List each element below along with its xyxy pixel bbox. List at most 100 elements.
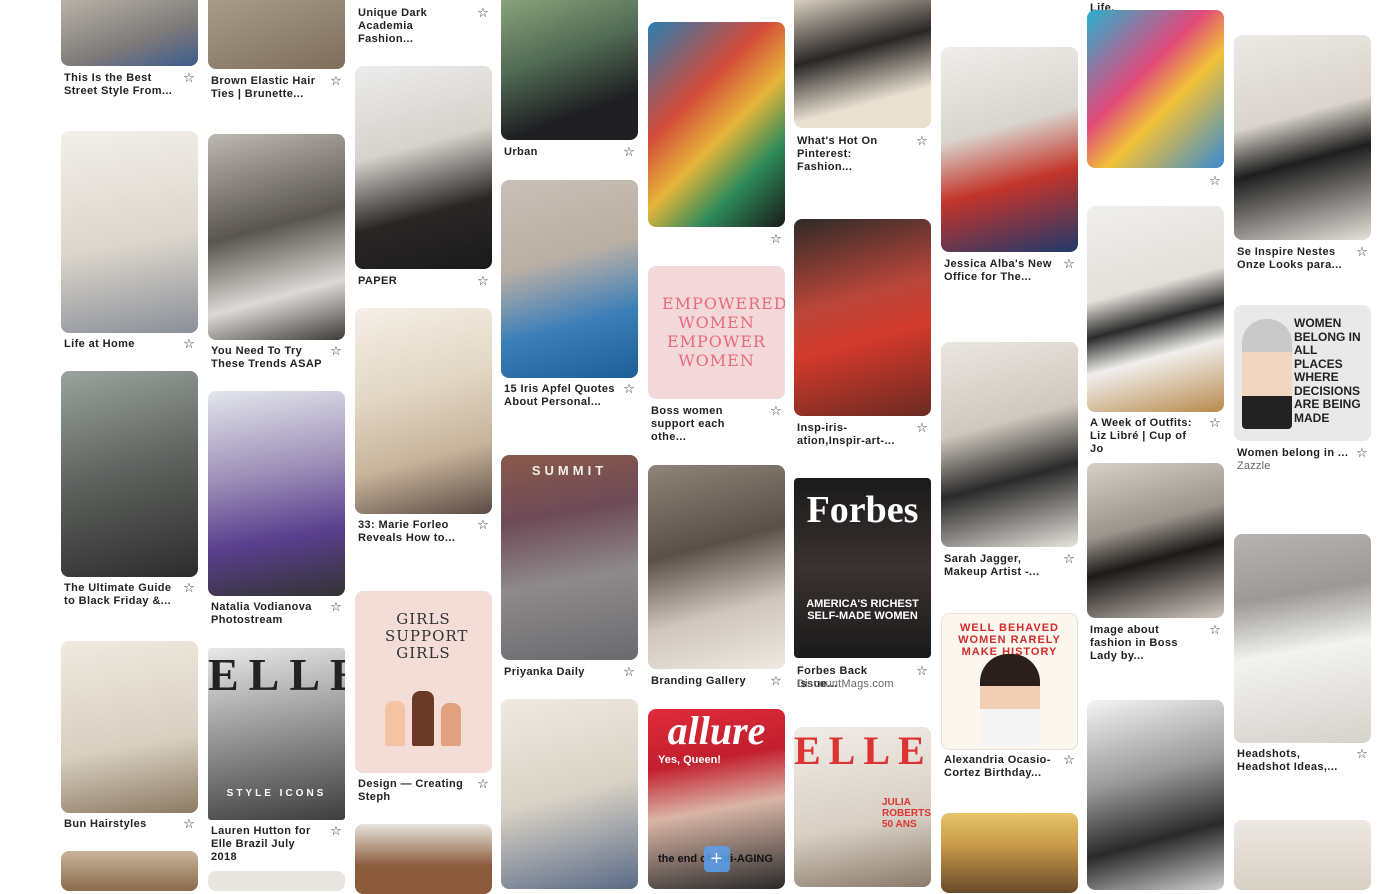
save-star-icon[interactable]: ☆: [1355, 446, 1369, 460]
pin-card[interactable]: SUMMIT Priyanka Daily ☆: [501, 455, 638, 680]
pin-title[interactable]: Urban: [504, 146, 616, 159]
save-star-icon[interactable]: ☆: [915, 421, 929, 435]
pin-card[interactable]: Se Inspire Nestes Onze Looks para... ☆: [1234, 35, 1371, 275]
pin-card[interactable]: WOMEN BELONG IN ALL PLACES WHERE DECISIO…: [1234, 305, 1371, 480]
save-star-icon[interactable]: ☆: [622, 665, 636, 679]
pin-card[interactable]: 33: Marie Forleo Reveals How to... ☆: [355, 308, 492, 548]
pin-title[interactable]: The Ultimate Guide to Black Friday &...: [64, 582, 176, 608]
pin-image[interactable]: [1087, 206, 1224, 412]
save-star-icon[interactable]: ☆: [476, 6, 490, 20]
pin-title[interactable]: A Week of Outfits: Liz Libré | Cup of Jo: [1090, 417, 1202, 456]
poster-image[interactable]: WOMEN BELONG IN ALL PLACES WHERE DECISIO…: [1234, 305, 1371, 441]
pin-card[interactable]: ELLE STYLE ICONS Lauren Hutton for Elle …: [208, 648, 345, 863]
pin-image[interactable]: [941, 813, 1078, 893]
save-star-icon[interactable]: ☆: [1208, 416, 1222, 430]
pin-card[interactable]: [941, 813, 1078, 893]
magazine-cover-image[interactable]: ELLE JULIA ROBERTS 50 ANS: [794, 727, 931, 887]
pin-image[interactable]: [1234, 534, 1371, 743]
save-star-icon[interactable]: ☆: [915, 664, 929, 678]
pin-title[interactable]: Women belong in ...: [1237, 447, 1349, 460]
pin-title[interactable]: Image about fashion in Boss Lady by...: [1090, 624, 1202, 663]
pin-card[interactable]: Forbes AMERICA'S RICHEST SELF-MADE WOMEN…: [794, 478, 931, 693]
pin-image[interactable]: [794, 0, 931, 128]
pin-card[interactable]: Unique Dark Academia Fashion... ☆: [355, 0, 492, 46]
pin-card[interactable]: WELL BEHAVED WOMEN RARELY MAKE HISTORY A…: [941, 613, 1078, 783]
pin-card[interactable]: ELLE JULIA ROBERTS 50 ANS: [794, 727, 931, 887]
save-star-icon[interactable]: ☆: [182, 817, 196, 831]
pin-card[interactable]: [501, 699, 638, 889]
pin-card[interactable]: [208, 871, 345, 891]
pin-image[interactable]: [208, 0, 345, 69]
pin-image[interactable]: [61, 0, 198, 66]
pin-card[interactable]: A Week of Outfits: Liz Libré | Cup of Jo…: [1087, 206, 1224, 455]
save-star-icon[interactable]: ☆: [476, 518, 490, 532]
pin-image[interactable]: [794, 219, 931, 416]
magazine-cover-image[interactable]: ELLE STYLE ICONS: [208, 648, 345, 820]
poster-image[interactable]: EMPOWERED WOMEN EMPOWER WOMEN: [648, 266, 785, 399]
pin-image[interactable]: [648, 465, 785, 669]
pin-card[interactable]: Life at Home ☆: [61, 131, 198, 356]
pin-title[interactable]: Lauren Hutton for Elle Brazil July 2018: [211, 825, 323, 864]
save-star-icon[interactable]: ☆: [182, 581, 196, 595]
pin-card[interactable]: Brown Elastic Hair Ties | Brunette... ☆: [208, 0, 345, 105]
save-star-icon[interactable]: ☆: [1062, 552, 1076, 566]
pin-image[interactable]: [1234, 35, 1371, 240]
poster-image[interactable]: WELL BEHAVED WOMEN RARELY MAKE HISTORY: [941, 613, 1078, 750]
pin-title[interactable]: Priyanka Daily: [504, 666, 616, 679]
pin-card[interactable]: Jessica Alba's New Office for The... ☆: [941, 47, 1078, 287]
pin-card[interactable]: The Ultimate Guide to Black Friday &... …: [61, 371, 198, 611]
pin-image[interactable]: [501, 699, 638, 889]
pin-source[interactable]: DiscountMags.com: [797, 678, 909, 691]
save-star-icon[interactable]: ☆: [769, 674, 783, 688]
pin-image[interactable]: [1087, 10, 1224, 168]
pin-image[interactable]: [648, 22, 785, 227]
save-star-icon[interactable]: ☆: [1062, 257, 1076, 271]
pin-image[interactable]: [501, 0, 638, 140]
pin-image[interactable]: [1087, 700, 1224, 890]
pin-card[interactable]: [1234, 820, 1371, 890]
pin-title[interactable]: Bun Hairstyles: [64, 818, 176, 831]
save-star-icon[interactable]: ☆: [182, 337, 196, 351]
pin-title[interactable]: Unique Dark Academia Fashion...: [358, 7, 470, 46]
pin-card[interactable]: Insp-iris-ation,Inspir-art-... ☆: [794, 219, 931, 454]
pin-card[interactable]: Headshots, Headshot Ideas,... ☆: [1234, 534, 1371, 779]
pin-title[interactable]: 15 Iris Apfel Quotes About Personal...: [504, 383, 616, 409]
pin-title[interactable]: 33: Marie Forleo Reveals How to...: [358, 519, 470, 545]
pin-card[interactable]: GIRLS SUPPORT GIRLS Design — Creating St…: [355, 591, 492, 806]
magazine-cover-image[interactable]: Forbes AMERICA'S RICHEST SELF-MADE WOMEN: [794, 478, 931, 658]
pin-title[interactable]: What's Hot On Pinterest: Fashion...: [797, 135, 909, 174]
pin-image[interactable]: [355, 824, 492, 894]
pin-image[interactable]: SUMMIT: [501, 455, 638, 660]
pin-card[interactable]: EMPOWERED WOMEN EMPOWER WOMEN Boss women…: [648, 266, 785, 443]
pin-source[interactable]: Zazzle: [1237, 460, 1349, 473]
save-star-icon[interactable]: ☆: [476, 274, 490, 288]
save-star-icon[interactable]: ☆: [769, 232, 783, 246]
save-star-icon[interactable]: ☆: [915, 134, 929, 148]
pin-image[interactable]: [208, 391, 345, 596]
pin-image[interactable]: [61, 641, 198, 813]
save-star-icon[interactable]: ☆: [329, 824, 343, 838]
save-star-icon[interactable]: ☆: [622, 145, 636, 159]
pin-image[interactable]: [61, 851, 198, 891]
pin-title[interactable]: Life at Home: [64, 338, 176, 351]
pin-card[interactable]: Bun Hairstyles ☆: [61, 641, 198, 836]
pin-card[interactable]: Branding Gallery ☆: [648, 465, 785, 695]
pin-image[interactable]: [355, 66, 492, 269]
pin-title[interactable]: Se Inspire Nestes Onze Looks para...: [1237, 246, 1349, 272]
save-star-icon[interactable]: ☆: [1208, 174, 1222, 188]
pin-image[interactable]: [1087, 463, 1224, 618]
pin-card[interactable]: PAPER ☆: [355, 66, 492, 291]
save-star-icon[interactable]: ☆: [769, 404, 783, 418]
pin-card[interactable]: Natalia Vodianova Photostream ☆: [208, 391, 345, 631]
pin-card[interactable]: ☆: [648, 22, 785, 247]
pin-title[interactable]: Jessica Alba's New Office for The...: [944, 258, 1056, 284]
pin-title[interactable]: Sarah Jagger, Makeup Artist -...: [944, 553, 1056, 579]
save-star-icon[interactable]: ☆: [476, 777, 490, 791]
pin-title[interactable]: Design — Creating Steph: [358, 778, 470, 804]
pin-card[interactable]: This Is the Best Street Style From... ☆: [61, 0, 198, 100]
save-star-icon[interactable]: ☆: [1062, 753, 1076, 767]
pin-card[interactable]: [1087, 700, 1224, 890]
pin-card[interactable]: 15 Iris Apfel Quotes About Personal... ☆: [501, 180, 638, 410]
pin-card[interactable]: Sarah Jagger, Makeup Artist -... ☆: [941, 342, 1078, 582]
pin-title[interactable]: Insp-iris-ation,Inspir-art-...: [797, 422, 909, 448]
